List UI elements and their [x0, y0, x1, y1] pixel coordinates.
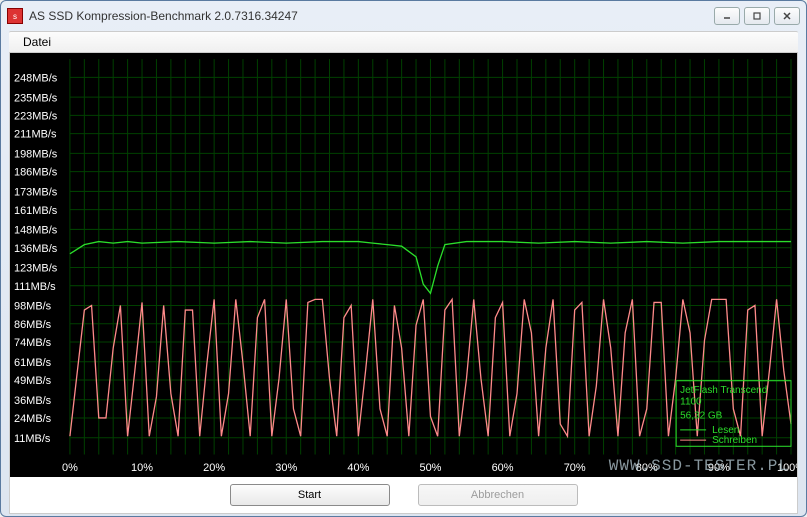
svg-text:1100: 1100 [680, 396, 702, 407]
svg-text:123MB/s: 123MB/s [14, 262, 58, 274]
svg-text:61MB/s: 61MB/s [14, 357, 52, 369]
svg-text:60%: 60% [492, 462, 514, 474]
svg-text:80%: 80% [636, 462, 658, 474]
svg-text:70%: 70% [564, 462, 586, 474]
main-window: s AS SSD Kompression-Benchmark 2.0.7316.… [0, 0, 807, 517]
menubar: Datei [9, 31, 798, 53]
svg-text:10%: 10% [131, 462, 153, 474]
svg-text:40%: 40% [347, 462, 369, 474]
svg-text:148MB/s: 148MB/s [14, 224, 58, 236]
svg-text:211MB/s: 211MB/s [14, 129, 57, 141]
app-icon: s [7, 8, 23, 24]
svg-text:36MB/s: 36MB/s [14, 395, 52, 407]
window-controls [714, 7, 800, 25]
start-button[interactable]: Start [230, 484, 390, 506]
svg-text:56,32 GB: 56,32 GB [680, 411, 722, 422]
compression-chart: 248MB/s 235MB/s 223MB/s 211MB/s 198MB/s 186MB… [10, 53, 797, 477]
svg-text:136MB/s: 136MB/s [14, 243, 58, 255]
svg-text:86MB/s: 86MB/s [14, 319, 52, 331]
svg-text:161MB/s: 161MB/s [14, 205, 58, 217]
window-title: AS SSD Kompression-Benchmark 2.0.7316.34… [29, 9, 714, 23]
svg-text:186MB/s: 186MB/s [14, 167, 58, 179]
svg-text:11MB/s: 11MB/s [14, 433, 51, 445]
titlebar: s AS SSD Kompression-Benchmark 2.0.7316.… [1, 1, 806, 31]
svg-text:74MB/s: 74MB/s [14, 337, 52, 349]
svg-text:50%: 50% [419, 462, 441, 474]
svg-text:98MB/s: 98MB/s [14, 300, 52, 312]
svg-text:173MB/s: 173MB/s [14, 186, 58, 198]
svg-text:20%: 20% [203, 462, 225, 474]
svg-text:0%: 0% [62, 462, 78, 474]
svg-text:Schreiben: Schreiben [712, 435, 757, 446]
svg-text:90%: 90% [708, 462, 730, 474]
maximize-button[interactable] [744, 7, 770, 25]
svg-text:111MB/s: 111MB/s [14, 281, 56, 293]
svg-text:24MB/s: 24MB/s [14, 413, 52, 425]
svg-text:30%: 30% [275, 462, 297, 474]
svg-text:100%: 100% [777, 462, 797, 474]
svg-text:49MB/s: 49MB/s [14, 375, 52, 387]
svg-text:JetFlash Transcend: JetFlash Transcend [680, 385, 767, 396]
svg-text:223MB/s: 223MB/s [14, 110, 58, 122]
abort-button[interactable]: Abbrechen [418, 484, 578, 506]
svg-text:198MB/s: 198MB/s [14, 148, 58, 160]
button-row: Start Abbrechen [10, 477, 797, 513]
svg-text:235MB/s: 235MB/s [14, 92, 58, 104]
minimize-button[interactable] [714, 7, 740, 25]
content-panel: 248MB/s 235MB/s 223MB/s 211MB/s 198MB/s 186MB… [9, 53, 798, 514]
close-button[interactable] [774, 7, 800, 25]
svg-text:248MB/s: 248MB/s [14, 72, 58, 84]
menu-datei[interactable]: Datei [15, 33, 59, 51]
